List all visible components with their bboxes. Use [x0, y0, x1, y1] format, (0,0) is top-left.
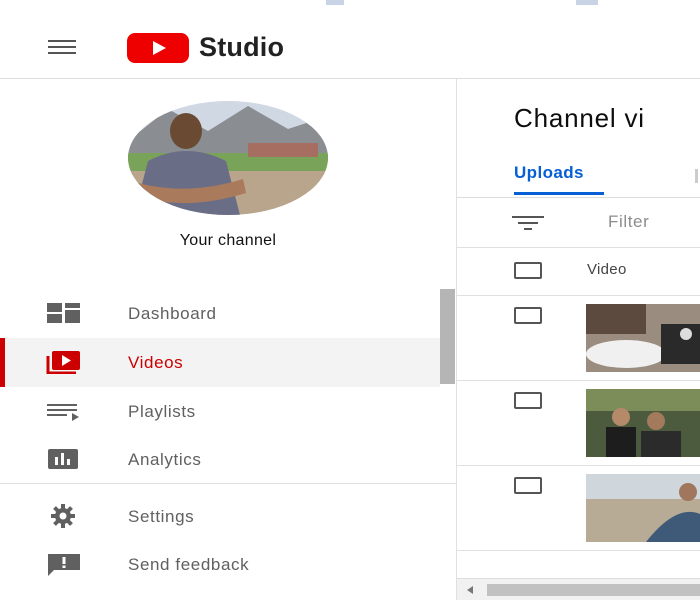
scrollbar-thumb[interactable] — [487, 584, 700, 596]
sidebar-scrollbar[interactable] — [440, 289, 455, 384]
sidebar-item-label: Videos — [128, 352, 184, 372]
channel-avatar[interactable] — [128, 101, 328, 215]
sidebar-item-label: Dashboard — [128, 303, 217, 323]
row-divider — [457, 550, 700, 551]
brand-name: Studio — [199, 32, 285, 62]
header-divider — [457, 295, 700, 296]
filter-divider — [457, 247, 700, 248]
app-header: Studio — [0, 12, 700, 79]
row-checkbox[interactable] — [514, 392, 542, 409]
sidebar-item-send-feedback[interactable]: Send feedback — [0, 540, 440, 589]
feedback-icon — [48, 554, 80, 576]
sidebar-item-label: Send feedback — [128, 554, 250, 574]
browser-tab-fragment — [576, 0, 598, 5]
sidebar-item-playlists[interactable]: Playlists — [0, 387, 440, 436]
sidebar: Your channel Dashboard Videos Playlists — [0, 79, 457, 600]
filter-icon[interactable] — [512, 215, 544, 231]
column-header-video: Video — [587, 261, 627, 278]
gear-icon — [51, 504, 75, 528]
sidebar-item-settings[interactable]: Settings — [0, 492, 440, 541]
tab-next-fragment[interactable] — [695, 169, 698, 183]
video-thumbnail[interactable] — [586, 304, 700, 372]
horizontal-scrollbar[interactable] — [457, 578, 700, 600]
filter-input[interactable]: Filter — [608, 212, 649, 232]
sidebar-item-analytics[interactable]: Analytics — [0, 435, 440, 484]
youtube-play-logo-icon — [127, 32, 189, 63]
row-divider — [457, 465, 700, 466]
main-content: Channel vi Uploads Filter Video — [457, 79, 700, 600]
video-thumbnail[interactable] — [586, 389, 700, 457]
sidebar-item-label: Playlists — [128, 401, 196, 421]
scroll-left-icon[interactable] — [467, 586, 473, 594]
video-thumbnail[interactable] — [586, 474, 700, 542]
tab-uploads[interactable]: Uploads — [514, 163, 584, 183]
sidebar-item-label: Settings — [128, 506, 195, 526]
sidebar-item-label: Analytics — [128, 449, 202, 469]
sidebar-divider — [0, 483, 456, 484]
your-channel-label[interactable]: Your channel — [0, 232, 456, 250]
row-divider — [457, 380, 700, 381]
playlists-icon — [47, 404, 79, 421]
page-title: Channel vi — [514, 103, 645, 133]
select-all-checkbox[interactable] — [514, 262, 542, 279]
sidebar-item-dashboard[interactable]: Dashboard — [0, 289, 440, 338]
row-checkbox[interactable] — [514, 477, 542, 494]
hamburger-menu-icon[interactable] — [44, 37, 80, 57]
row-checkbox[interactable] — [514, 307, 542, 324]
tabs-divider — [457, 197, 700, 198]
dashboard-icon — [47, 303, 80, 323]
browser-tab-fragment — [326, 0, 344, 5]
active-tab-underline — [514, 192, 604, 195]
analytics-icon — [48, 449, 78, 469]
active-indicator — [0, 338, 5, 387]
studio-logo[interactable]: Studio — [127, 32, 284, 63]
videos-icon — [46, 351, 80, 374]
sidebar-item-videos[interactable]: Videos — [0, 338, 440, 387]
